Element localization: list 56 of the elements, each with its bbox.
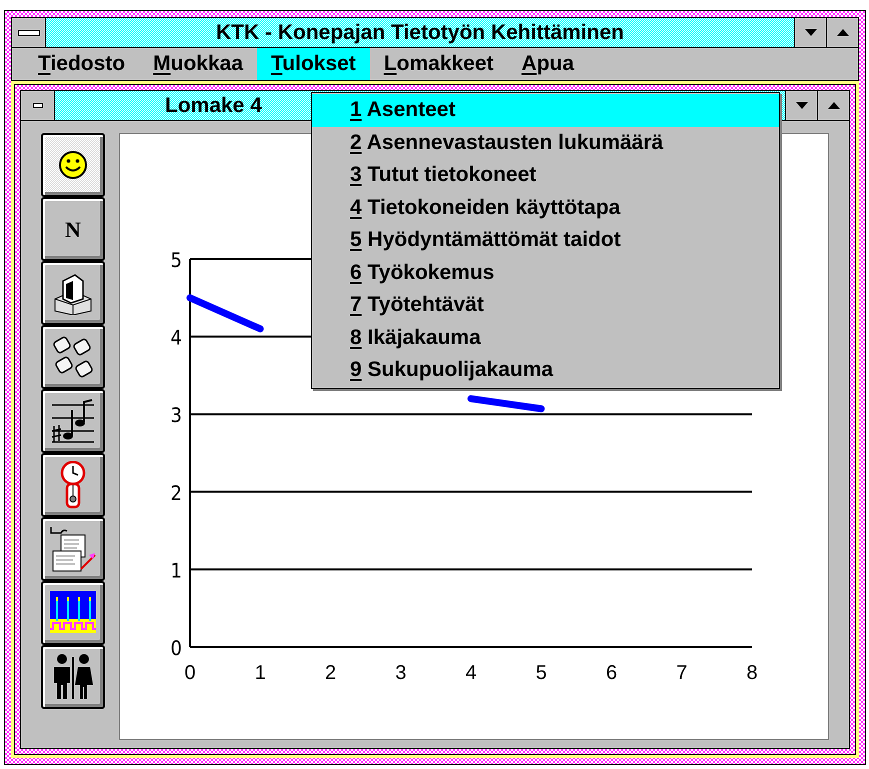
minimize-button[interactable]: [785, 91, 817, 120]
y-tick-label: 3: [170, 403, 182, 428]
pendulum-clock-icon: [59, 461, 87, 509]
menu-item[interactable]: Muokkaa: [139, 48, 257, 80]
maximize-button[interactable]: [817, 91, 849, 120]
keyboard-keys-icon: [51, 335, 95, 379]
people-silhouette-icon: [51, 653, 95, 701]
minimize-button[interactable]: [794, 18, 826, 47]
menu-item[interactable]: 8 Ikäjakauma: [312, 322, 779, 354]
menu-item[interactable]: 6 Työkokemus: [312, 256, 779, 289]
toolbar-button[interactable]: [41, 325, 105, 389]
music-notes-icon: [50, 398, 96, 444]
toolbar-button[interactable]: [41, 261, 105, 325]
menu-item[interactable]: Tulokset: [257, 48, 370, 80]
toolbar-button[interactable]: [41, 453, 105, 517]
toolbar-button[interactable]: [41, 581, 105, 645]
x-tick-label: 4: [465, 662, 477, 684]
smiley-icon: [58, 150, 88, 180]
menu-item[interactable]: 1 Asenteet: [312, 94, 779, 126]
toolbar-button[interactable]: [41, 645, 105, 709]
y-tick-label: 1: [170, 558, 182, 582]
x-tick-label: 5: [536, 662, 547, 684]
y-tick-label: 2: [170, 480, 182, 505]
menu-item[interactable]: 4 Tietokoneiden käyttötapa: [312, 192, 779, 224]
x-tick-label: 0: [184, 662, 196, 684]
documents-icon: [49, 525, 97, 573]
menu-item[interactable]: 2 Asennevastausten lukumäärä: [312, 126, 779, 159]
x-tick-label: 6: [606, 662, 618, 684]
menu-item[interactable]: Lomakkeet: [370, 48, 508, 80]
child-window-title: Lomake 4: [165, 92, 262, 119]
y-tick-label: 0: [170, 636, 182, 660]
menu-item[interactable]: 3 Tutut tietokoneet: [312, 159, 779, 192]
menu-item[interactable]: 5 Hyödyntämättömät taidot: [312, 224, 779, 256]
y-tick-label: 4: [170, 326, 182, 350]
x-tick-label: 3: [395, 662, 406, 684]
maximize-arrow-icon: [828, 102, 840, 109]
x-tick-label: 1: [254, 662, 266, 684]
minimize-arrow-icon: [796, 102, 808, 109]
toolbar-button[interactable]: N: [41, 197, 105, 261]
menu-item[interactable]: Apua: [508, 48, 588, 80]
menu-item[interactable]: 9 Sukupuolijakauma: [312, 354, 779, 386]
toolbar-button[interactable]: [41, 389, 105, 453]
maximize-button[interactable]: [826, 18, 858, 47]
menu-item[interactable]: Tiedosto: [24, 48, 140, 80]
candles-icon: [50, 591, 96, 635]
system-menu-button[interactable]: [21, 91, 55, 120]
menu-item[interactable]: 7 Työtehtävät: [312, 289, 779, 322]
toolbar-button[interactable]: [41, 517, 105, 581]
x-tick-label: 7: [676, 662, 688, 684]
maximize-arrow-icon: [836, 29, 848, 36]
x-tick-label: 2: [324, 662, 336, 684]
x-tick-label: 8: [746, 662, 758, 684]
toolbar-button[interactable]: [41, 133, 105, 197]
system-menu-button[interactable]: [12, 18, 46, 47]
minimize-arrow-icon: [804, 29, 816, 36]
y-tick-label: 5: [170, 248, 182, 272]
